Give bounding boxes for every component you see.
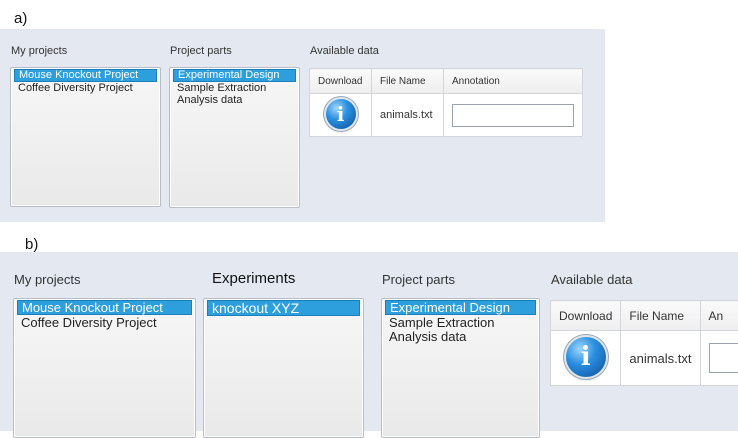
list-item-coffee-diversity-project[interactable]: Coffee Diversity Project xyxy=(14,83,157,94)
info-icon[interactable]: i xyxy=(566,337,606,377)
experiments-list[interactable]: knockout XYZ xyxy=(203,298,364,438)
my-projects-list[interactable]: Mouse Knockout Project Coffee Diversity … xyxy=(10,67,161,207)
available-data-table: Download File Name Annotation i animals.… xyxy=(309,68,583,137)
available-data-label: Available data xyxy=(310,45,379,57)
info-icon[interactable]: i xyxy=(326,99,356,129)
panel-a: My projects Mouse Knockout Project Coffe… xyxy=(0,29,605,222)
figure-label-b: b) xyxy=(25,236,38,253)
file-name-cell: animals.txt xyxy=(621,331,700,386)
download-cell: i xyxy=(310,94,372,137)
table-header-row: Download File Name Annotation xyxy=(310,69,583,94)
list-item-sample-extraction[interactable]: Sample Extraction xyxy=(385,316,536,329)
available-data-table: Download File Name An i animals.txt xyxy=(550,300,738,386)
list-item-experimental-design[interactable]: Experimental Design xyxy=(385,300,536,315)
table-row: i animals.txt xyxy=(310,94,583,137)
column-header-download[interactable]: Download xyxy=(551,301,621,331)
column-header-download[interactable]: Download xyxy=(310,69,372,94)
table-header-row: Download File Name An xyxy=(551,301,738,331)
available-data-label: Available data xyxy=(551,272,632,287)
available-data-viewport: Download File Name An i animals.txt xyxy=(550,300,738,431)
annotation-input[interactable] xyxy=(452,104,574,127)
panel-b: My projects Mouse Knockout Project Coffe… xyxy=(0,252,738,431)
list-item-knockout-xyz[interactable]: knockout XYZ xyxy=(207,300,360,316)
column-header-file-name[interactable]: File Name xyxy=(372,69,444,94)
project-parts-list[interactable]: Experimental Design Sample Extraction An… xyxy=(169,67,300,208)
download-cell: i xyxy=(551,331,621,386)
table-row: i animals.txt xyxy=(551,331,738,386)
project-parts-label: Project parts xyxy=(382,272,455,287)
my-projects-label: My projects xyxy=(14,272,80,287)
experiments-label: Experiments xyxy=(212,270,295,287)
figure-label-a: a) xyxy=(14,10,27,27)
project-parts-list[interactable]: Experimental Design Sample Extraction An… xyxy=(381,298,540,438)
annotation-input[interactable] xyxy=(709,343,738,373)
list-item-analysis-data[interactable]: Analysis data xyxy=(173,95,296,106)
column-header-annotation[interactable]: An xyxy=(700,301,738,331)
project-parts-label: Project parts xyxy=(170,45,232,57)
list-item-sample-extraction[interactable]: Sample Extraction xyxy=(173,83,296,94)
list-item-coffee-diversity-project[interactable]: Coffee Diversity Project xyxy=(17,316,192,329)
list-item-mouse-knockout-project[interactable]: Mouse Knockout Project xyxy=(17,300,192,315)
my-projects-label: My projects xyxy=(11,45,67,57)
column-header-file-name[interactable]: File Name xyxy=(621,301,700,331)
annotation-cell xyxy=(444,94,583,137)
column-header-annotation[interactable]: Annotation xyxy=(444,69,583,94)
my-projects-list[interactable]: Mouse Knockout Project Coffee Diversity … xyxy=(13,298,196,438)
list-item-analysis-data[interactable]: Analysis data xyxy=(385,330,536,343)
file-name-cell: animals.txt xyxy=(372,94,444,137)
list-item-mouse-knockout-project[interactable]: Mouse Knockout Project xyxy=(14,69,157,82)
list-item-experimental-design[interactable]: Experimental Design xyxy=(173,69,296,82)
annotation-cell xyxy=(700,331,738,386)
